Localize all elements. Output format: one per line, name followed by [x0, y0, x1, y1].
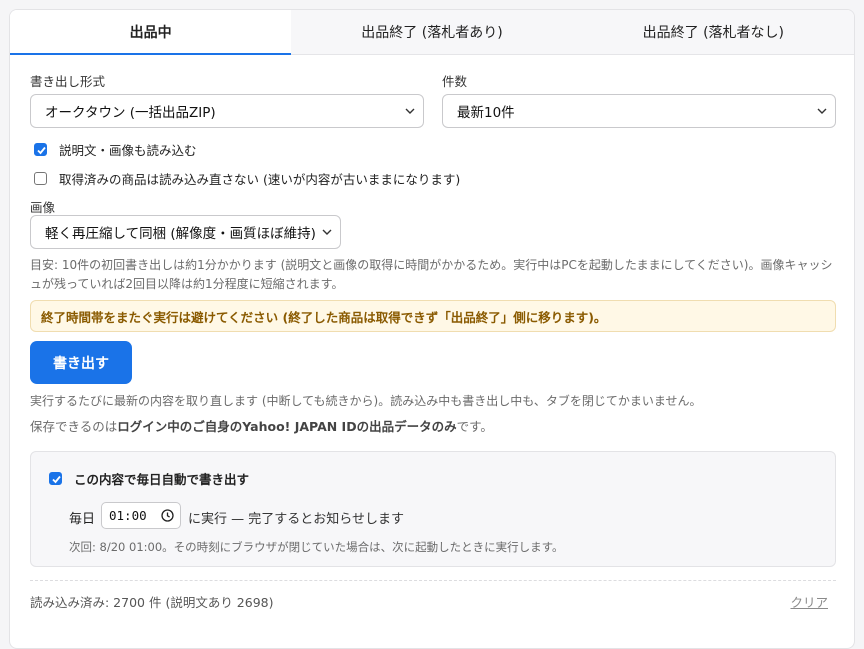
clear-link[interactable]: クリア — [790, 592, 828, 611]
tab-active-listings[interactable]: 出品中 — [10, 10, 292, 55]
image-select-value: 軽く再圧縮して同梱 (解像度・画質ほぼ維持) — [45, 226, 316, 242]
skip-loaded-checkbox[interactable] — [34, 172, 47, 185]
check-icon — [52, 475, 61, 484]
chevron-down-icon — [322, 229, 332, 235]
export-button[interactable]: 書き出す — [30, 341, 132, 384]
save-note-emphasis: ログイン中のご自身のYahoo! JAPAN IDの出品データのみ — [117, 419, 457, 434]
schedule-enable-checkbox[interactable] — [49, 472, 62, 485]
format-select[interactable]: オークタウン (一括出品ZIP) — [30, 94, 424, 128]
export-panel: 出品中 出品終了 (落札者あり) 出品終了 (落札者なし) 書き出し形式 オーク… — [9, 9, 855, 649]
schedule-enable-option[interactable]: この内容で毎日自動で書き出す — [49, 469, 249, 488]
schedule-time-input[interactable]: 01:00 — [101, 502, 181, 529]
tab-bar: 出品中 出品終了 (落札者あり) 出品終了 (落札者なし) — [10, 10, 854, 55]
count-label: 件数 — [442, 74, 468, 89]
tab-ended-no-winner[interactable]: 出品終了 (落札者なし) — [573, 10, 854, 54]
image-label: 画像 — [30, 200, 56, 215]
format-select-value: オークタウン (一括出品ZIP) — [45, 105, 216, 121]
loaded-summary: 読み込み済み: 2700 件 (説明文あり 2698) — [30, 595, 274, 610]
include-desc-option[interactable]: 説明文・画像も読み込む — [34, 140, 197, 159]
include-desc-label: 説明文・画像も読み込む — [59, 143, 197, 158]
save-note: 保存できるのはログイン中のご自身のYahoo! JAPAN IDの出品データのみ… — [30, 417, 836, 436]
schedule-enable-label: この内容で毎日自動で書き出す — [74, 472, 250, 487]
save-note-prefix: 保存できるのは — [30, 419, 118, 434]
skip-loaded-label: 取得済みの商品は読み込み直さない (速いが内容が古いままになります) — [59, 172, 461, 187]
schedule-time-value: 01:00 — [109, 508, 147, 523]
next-run-note: 次回: 8/20 01:00。その時刻にブラウザが閉じていた場合は、次に起動した… — [69, 540, 564, 554]
estimate-note: 目安: 10件の初回書き出しは約1分かかります (説明文と画像の取得に時間がかか… — [30, 258, 833, 291]
schedule-after-text: に実行 — 完了するとお知らせします — [188, 512, 405, 527]
skip-loaded-option[interactable]: 取得済みの商品は読み込み直さない (速いが内容が古いままになります) — [34, 169, 460, 188]
refresh-note: 実行するたびに最新の内容を取り直します (中断しても続きから)。読み込み中も書き… — [30, 394, 702, 408]
count-select-value: 最新10件 — [457, 105, 515, 121]
daily-label: 毎日 — [69, 512, 96, 527]
image-select[interactable]: 軽く再圧縮して同梱 (解像度・画質ほぼ維持) — [30, 215, 341, 249]
warning-text: 終了時間帯をまたぐ実行は避けてください (終了した商品は取得できず「出品終了」側… — [41, 309, 607, 325]
include-desc-checkbox[interactable] — [34, 143, 47, 156]
count-select[interactable]: 最新10件 — [442, 94, 836, 128]
tab-ended-with-winner[interactable]: 出品終了 (落札者あり) — [291, 10, 572, 54]
warning-banner: 終了時間帯をまたぐ実行は避けてください (終了した商品は取得できず「出品終了」側… — [30, 300, 836, 332]
clock-icon[interactable] — [161, 509, 174, 522]
check-icon — [37, 146, 46, 155]
chevron-down-icon — [817, 108, 827, 114]
divider — [30, 580, 836, 581]
save-note-suffix: です。 — [456, 419, 493, 434]
format-label: 書き出し形式 — [30, 74, 106, 89]
chevron-down-icon — [405, 108, 415, 114]
schedule-box: この内容で毎日自動で書き出す 毎日 01:00 に実行 — 完了するとお知らせし… — [30, 451, 836, 567]
